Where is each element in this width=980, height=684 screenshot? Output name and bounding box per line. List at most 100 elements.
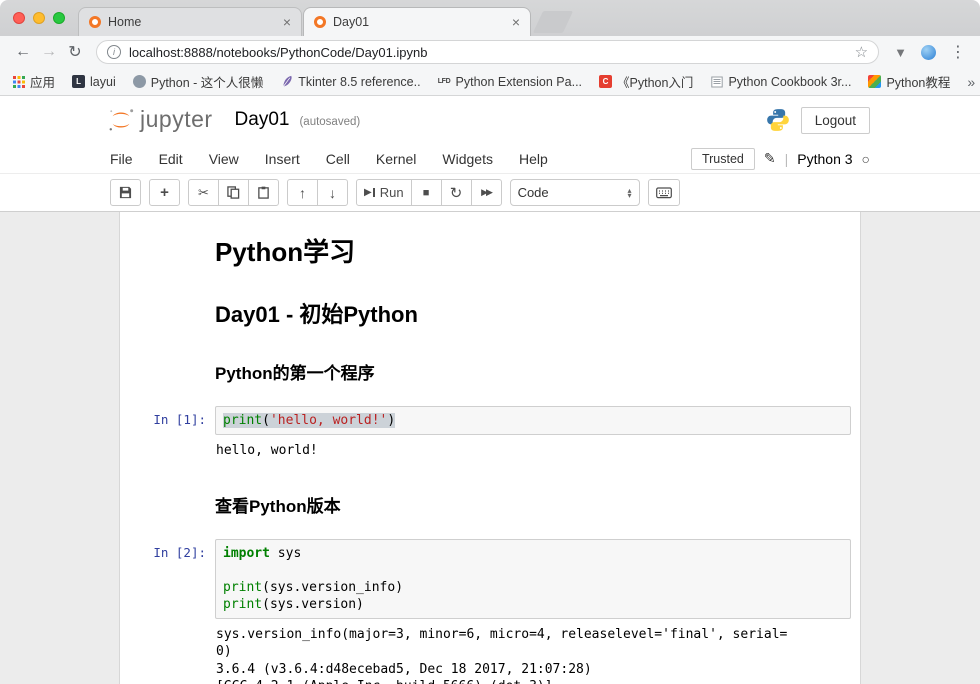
markdown-heading-2[interactable]: Day01 - 初始Python (215, 297, 848, 329)
paste-icon (257, 186, 270, 199)
cell-type-value: Code (518, 185, 549, 200)
new-tab-button[interactable] (533, 11, 573, 33)
interrupt-kernel-button[interactable]: ■ (411, 179, 442, 206)
code-input[interactable]: import sys print(sys.version_info)print(… (215, 539, 851, 619)
restart-run-all-button[interactable]: ▶▶ (471, 179, 502, 206)
tab-home[interactable]: Home × (78, 7, 302, 36)
bookmark-star-icon[interactable]: ☆ (855, 43, 868, 61)
input-prompt: In [2]: (120, 539, 215, 560)
tab-close-icon[interactable]: × (283, 15, 291, 29)
bookmark-apps[interactable]: 应用 (12, 72, 55, 91)
menu-insert[interactable]: Insert (252, 151, 313, 167)
extension-globe-icon[interactable] (921, 45, 936, 60)
cell-type-select[interactable]: Code ▴▾ (510, 179, 640, 206)
keyboard-icon (656, 187, 672, 199)
menu-help[interactable]: Help (506, 151, 561, 167)
move-cell-up-button[interactable]: ↑ (287, 179, 318, 206)
markdown-heading-4[interactable]: 查看Python版本 (215, 492, 848, 517)
menu-edit[interactable]: Edit (146, 151, 196, 167)
fullscreen-window-button[interactable] (53, 12, 65, 24)
menu-view[interactable]: View (196, 151, 252, 167)
bookmark-tkinter[interactable]: Tkinter 8.5 reference.. (280, 75, 420, 89)
menu-file[interactable]: File (110, 151, 146, 167)
forward-icon[interactable]: → (36, 43, 62, 61)
back-icon[interactable]: ← (10, 43, 36, 61)
python-logo-icon (765, 107, 791, 133)
bookmark-python-intro[interactable]: C 《Python入门 (599, 72, 693, 91)
csdn-favicon-icon: C (599, 75, 612, 88)
jupyter-menubar: File Edit View Insert Cell Kernel Widget… (0, 144, 980, 174)
command-palette-button[interactable] (648, 179, 680, 206)
code-cell-1: In [1]: print('hello, world!') (120, 406, 860, 435)
jupyter-logo[interactable]: jupyter (106, 107, 213, 133)
blog-favicon-icon (133, 75, 146, 88)
cell-output-row: sys.version_info(major=3, minor=6, micro… (120, 619, 860, 684)
output-prompt (120, 435, 215, 462)
tab-title: Day01 (333, 15, 506, 29)
bookmarks-overflow-icon[interactable]: » (967, 74, 975, 90)
logout-button[interactable]: Logout (801, 107, 870, 134)
cell-output: sys.version_info(major=3, minor=6, micro… (215, 619, 851, 684)
trusted-button[interactable]: Trusted (691, 148, 755, 170)
address-bar[interactable]: i localhost:8888/notebooks/PythonCode/Da… (96, 40, 879, 64)
markdown-heading-1[interactable]: Python学习 (215, 232, 848, 269)
tab-day01[interactable]: Day01 × (303, 7, 531, 36)
markdown-heading-3[interactable]: Python的第一个程序 (215, 359, 848, 384)
code-input[interactable]: print('hello, world!') (215, 406, 851, 435)
autosave-status: (autosaved) (299, 112, 360, 128)
kernel-idle-icon: ○ (862, 151, 870, 167)
output-prompt (120, 619, 215, 684)
book-favicon-icon (710, 75, 723, 88)
layui-favicon-icon: L (72, 75, 85, 88)
edit-mode-pencil-icon: ✎ (764, 150, 776, 167)
divider: | (785, 151, 789, 167)
copy-cell-button[interactable] (218, 179, 249, 206)
extension-triangle-icon[interactable]: ▼ (894, 45, 907, 60)
bookmark-python-blog[interactable]: Python - 这个人很懒 (133, 72, 264, 91)
bookmark-label: layui (90, 75, 116, 89)
save-button[interactable] (110, 179, 141, 206)
chrome-menu-icon[interactable]: ⋮ (950, 42, 966, 62)
add-cell-button[interactable]: + (149, 179, 180, 206)
bookmark-label: 《Python入门 (617, 72, 693, 91)
cell-output: hello, world! (215, 435, 851, 462)
reload-icon[interactable]: ↻ (62, 42, 88, 62)
url-text: localhost:8888/notebooks/PythonCode/Day0… (129, 45, 855, 60)
tab-title: Home (108, 15, 277, 29)
move-cell-down-button[interactable]: ↓ (317, 179, 348, 206)
jupyter-logo-icon (106, 107, 136, 133)
bookmark-lfd[interactable]: LFD Python Extension Pa... (438, 75, 582, 89)
jupyter-toolbar: + ✂ ↑ ↓ ▶ Run ■ ↻ ▶▶ Code ▴ (0, 174, 980, 212)
run-label: Run (380, 185, 404, 200)
notebook-scroll-area[interactable]: Python学习 Day01 - 初始Python Python的第一个程序 I… (0, 212, 980, 684)
copy-icon (227, 186, 240, 199)
cell-output-row: hello, world! (120, 435, 860, 462)
input-prompt: In [1]: (120, 406, 215, 427)
menu-widgets[interactable]: Widgets (429, 151, 506, 167)
tab-close-icon[interactable]: × (512, 15, 520, 29)
apps-grid-icon (12, 75, 25, 88)
menu-kernel[interactable]: Kernel (363, 151, 429, 167)
menu-cell[interactable]: Cell (313, 151, 363, 167)
bookmark-label: Python Extension Pa... (456, 75, 582, 89)
cut-cell-button[interactable]: ✂ (188, 179, 219, 206)
bookmark-layui[interactable]: L layui (72, 75, 116, 89)
paste-cell-button[interactable] (248, 179, 279, 206)
close-window-button[interactable] (13, 12, 25, 24)
lfd-favicon-icon: LFD (438, 75, 451, 88)
restart-kernel-button[interactable]: ↻ (441, 179, 472, 206)
notebook-title[interactable]: Day01 (235, 109, 290, 131)
traffic-lights (13, 12, 65, 24)
run-icon: ▶ (364, 187, 375, 198)
minimize-window-button[interactable] (33, 12, 45, 24)
code-cell-2: In [2]: import sys print(sys.version_inf… (120, 539, 860, 619)
bookmark-label: Python Cookbook 3r... (728, 75, 851, 89)
bookmark-cookbook[interactable]: Python Cookbook 3r... (710, 75, 851, 89)
bookmark-python-tutorial[interactable]: Python教程 (868, 72, 950, 91)
bookmark-label: 应用 (30, 72, 55, 91)
save-icon (119, 186, 132, 199)
titlebar: Home × Day01 × (0, 0, 980, 36)
site-info-icon[interactable]: i (107, 45, 121, 59)
run-cell-button[interactable]: ▶ Run (356, 179, 412, 206)
notebook-container: Python学习 Day01 - 初始Python Python的第一个程序 I… (119, 212, 861, 684)
